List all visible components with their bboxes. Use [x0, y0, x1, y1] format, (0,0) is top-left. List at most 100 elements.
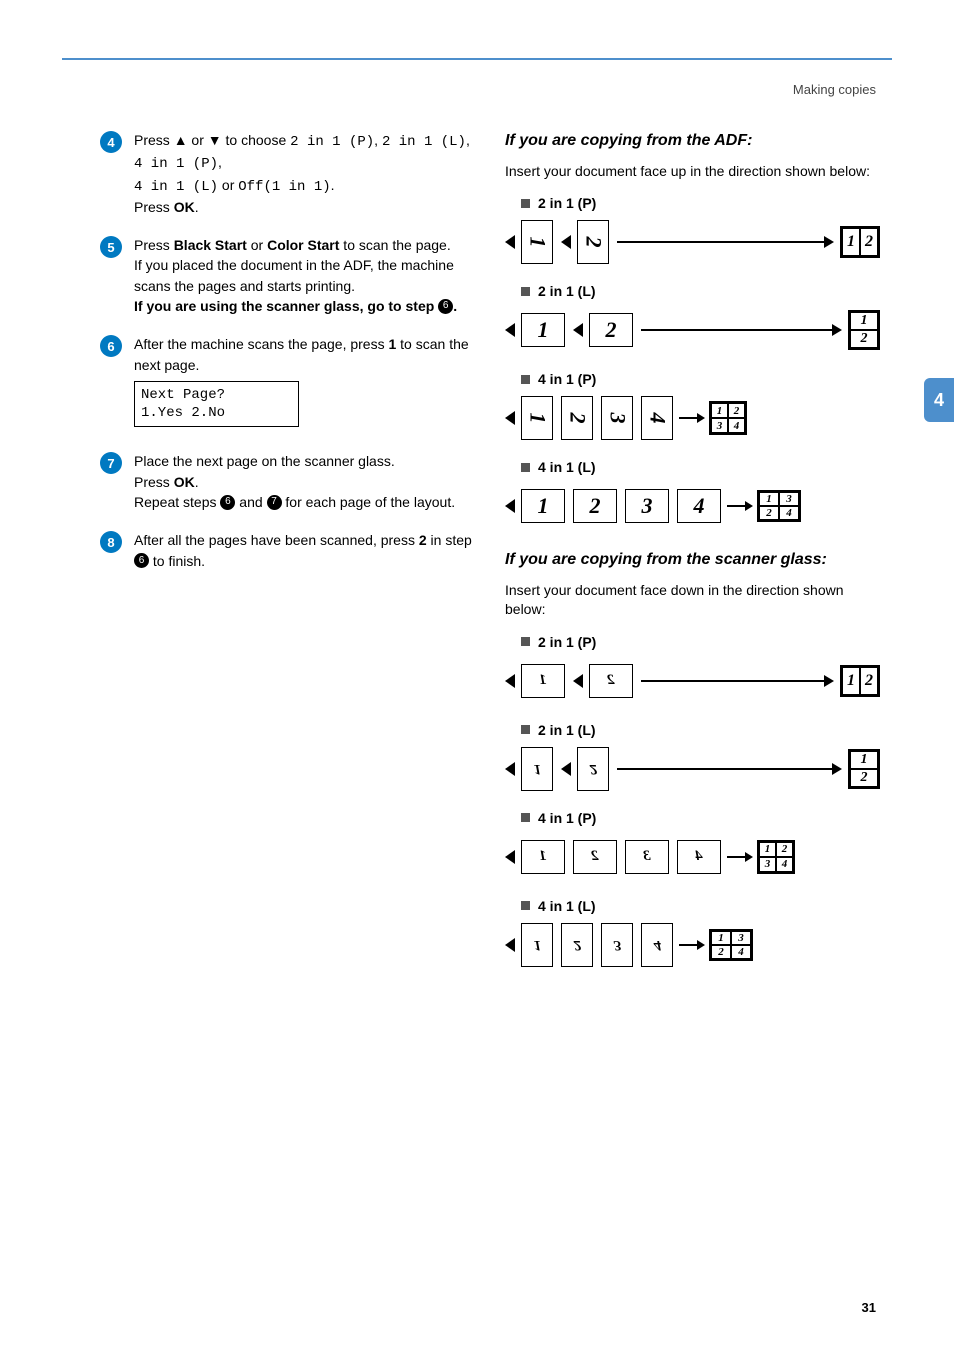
step-badge-4: 4: [100, 131, 122, 153]
breadcrumb: Making copies: [793, 82, 876, 97]
bullet-g-2in1l: 2 in 1 (L): [505, 722, 880, 738]
label: 4 in 1 (L): [538, 898, 596, 914]
ref-6-icon: 6: [220, 495, 235, 510]
bullet-2in1l: 2 in 1 (L): [505, 283, 880, 299]
cell: 4: [776, 857, 793, 872]
feed-arrow-icon: [505, 850, 515, 864]
t: After the machine scans the page, press: [134, 336, 388, 352]
result-2in1l: 1 2: [848, 749, 880, 789]
diagram-2in1p-glass: 1 2 1 2: [505, 658, 880, 704]
t: ,: [374, 132, 382, 148]
lcd-display: Next Page? 1.Yes 2.No: [134, 381, 299, 427]
lcd-line-2: 1.Yes 2.No: [141, 404, 292, 422]
square-bullet-icon: [521, 287, 530, 296]
feed-arrow-icon: [505, 938, 515, 952]
cell: 1: [850, 312, 878, 330]
diagram-2in1l-glass: 1 2 1 2: [505, 746, 880, 792]
cell: 4: [731, 945, 751, 959]
sheet-4: 4: [641, 923, 673, 967]
sheet-2: 2: [589, 664, 633, 698]
cell: 2: [860, 228, 878, 256]
step-badge-5: 5: [100, 236, 122, 258]
feed-arrow-icon: [561, 762, 571, 776]
t: to choose: [222, 132, 291, 148]
bullet-g-4in1p: 4 in 1 (P): [505, 810, 880, 826]
ref-6-icon: 6: [134, 553, 149, 568]
t: .: [195, 199, 199, 215]
cell: 1: [842, 667, 860, 695]
page-number: 31: [862, 1300, 876, 1315]
sheet-2: 2: [573, 840, 617, 874]
cell: 3: [759, 857, 776, 872]
diagram-4in1p-glass: 1 2 3 4 1 2 3 4: [505, 834, 880, 880]
t: in step: [427, 532, 472, 548]
glass-intro: Insert your document face down in the di…: [505, 581, 880, 620]
t: Press: [134, 474, 174, 490]
step-7: 7 Place the next page on the scanner gla…: [100, 451, 475, 512]
square-bullet-icon: [521, 199, 530, 208]
black-start: Black Start: [174, 237, 247, 253]
t: to finish.: [149, 553, 205, 569]
ref-6-icon: 6: [438, 299, 453, 314]
sheet-1: 1: [521, 313, 565, 347]
t: ,: [466, 132, 470, 148]
feed-arrow-icon: [505, 762, 515, 776]
bullet-g-2in1p: 2 in 1 (P): [505, 634, 880, 650]
cell: 3: [711, 418, 728, 433]
sheet-1: 1: [521, 396, 553, 440]
arrow-icon: [617, 768, 840, 770]
bullet-g-4in1l: 4 in 1 (L): [505, 898, 880, 914]
sheet-2: 2: [577, 220, 609, 264]
chapter-tab: 4: [924, 378, 954, 422]
sheet-4: 4: [641, 396, 673, 440]
step-badge-8: 8: [100, 531, 122, 553]
label: 4 in 1 (L): [538, 459, 596, 475]
t: to scan the page.: [339, 237, 450, 253]
t: .: [331, 177, 335, 193]
feed-arrow-icon: [505, 411, 515, 425]
arrow-icon: [727, 505, 751, 507]
cell: 4: [728, 418, 745, 433]
opt: 4 in 1 (L): [134, 179, 218, 195]
sheet-3: 3: [625, 840, 669, 874]
diagram-4in1l-adf: 1 2 3 4 1 3 2 4: [505, 483, 880, 529]
sheet-3: 3: [601, 396, 633, 440]
sheet-2: 2: [573, 489, 617, 523]
cell: 1: [759, 842, 776, 857]
bullet-2in1p: 2 in 1 (P): [505, 195, 880, 211]
label: 4 in 1 (P): [538, 810, 596, 826]
result-2in1l: 1 2: [848, 310, 880, 350]
label: 4 in 1 (P): [538, 371, 596, 387]
sheet-2: 2: [577, 747, 609, 791]
result-2in1p: 1 2: [840, 226, 880, 258]
sheet-3: 3: [601, 923, 633, 967]
key-2: 2: [419, 532, 427, 548]
step-4: 4 Press ▲ or ▼ to choose 2 in 1 (P), 2 i…: [100, 130, 475, 217]
glass-heading: If you are copying from the scanner glas…: [505, 549, 880, 571]
arrow-icon: [617, 241, 832, 243]
cell: 2: [711, 945, 731, 959]
ok-label: OK: [174, 199, 195, 215]
bold-note: If you are using the scanner glass, go t…: [134, 298, 457, 314]
sheet-1: 1: [521, 923, 553, 967]
left-column: 4 Press ▲ or ▼ to choose 2 in 1 (P), 2 i…: [100, 130, 475, 986]
diagram-2in1p-adf: 1 2 1 2: [505, 219, 880, 265]
step-6-body: After the machine scans the page, press …: [134, 334, 475, 433]
cell: 1: [711, 403, 728, 418]
sheet-3: 3: [625, 489, 669, 523]
t: Place the next page on the scanner glass…: [134, 453, 395, 469]
step-8: 8 After all the pages have been scanned,…: [100, 530, 475, 571]
t: After all the pages have been scanned, p…: [134, 532, 419, 548]
square-bullet-icon: [521, 375, 530, 384]
feed-arrow-icon: [573, 323, 583, 337]
step-5: 5 Press Black Start or Color Start to sc…: [100, 235, 475, 316]
step-4-body: Press ▲ or ▼ to choose 2 in 1 (P), 2 in …: [134, 130, 475, 217]
adf-intro: Insert your document face up in the dire…: [505, 162, 880, 182]
step-5-body: Press Black Start or Color Start to scan…: [134, 235, 475, 316]
step-badge-7: 7: [100, 452, 122, 474]
ok-label: OK: [174, 474, 195, 490]
feed-arrow-icon: [505, 499, 515, 513]
t: or: [188, 132, 208, 148]
diagram-2in1l-adf: 1 2 1 2: [505, 307, 880, 353]
cell: 1: [759, 492, 779, 506]
